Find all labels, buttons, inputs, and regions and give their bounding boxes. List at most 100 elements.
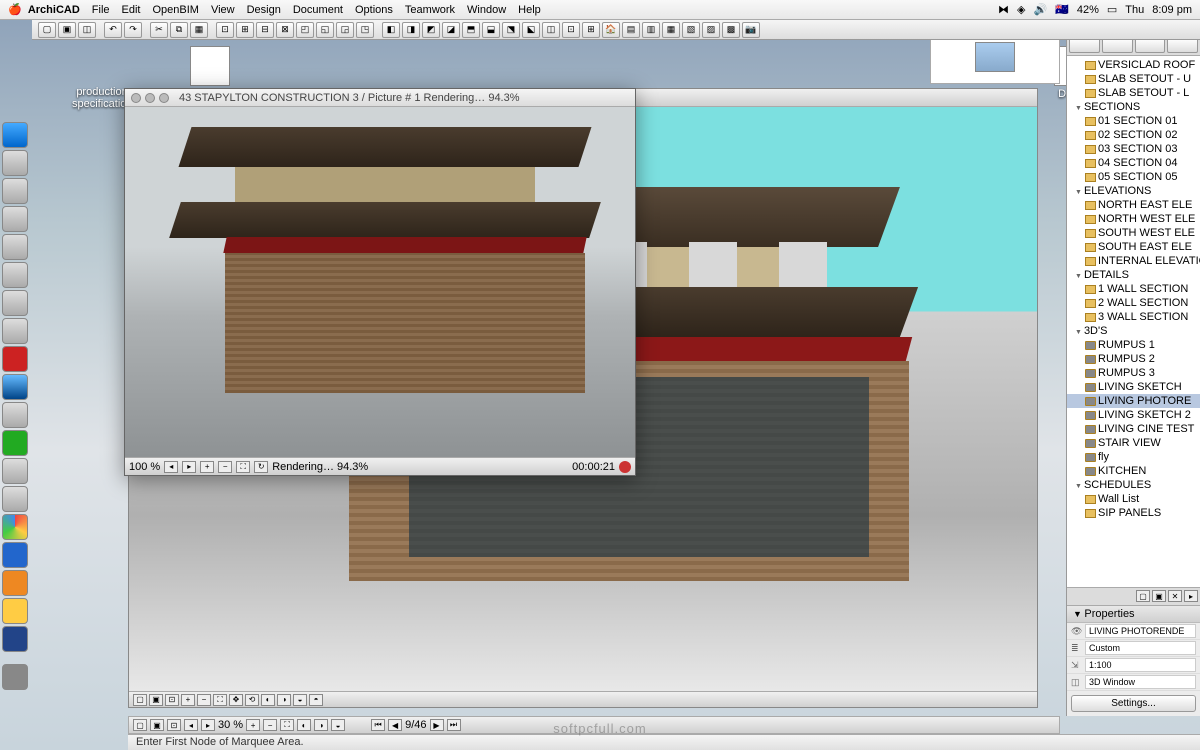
tool-o[interactable]: ⬔ bbox=[502, 22, 520, 38]
tool-m[interactable]: ⬒ bbox=[462, 22, 480, 38]
view-btn-9[interactable]: ◐ bbox=[261, 694, 275, 706]
tool-a[interactable]: ⊡ bbox=[216, 22, 234, 38]
plan-back-icon[interactable]: ◀ bbox=[388, 719, 402, 731]
tree-item[interactable]: 03 SECTION 03 bbox=[1067, 142, 1200, 156]
tool-c[interactable]: ⊟ bbox=[256, 22, 274, 38]
tool-h[interactable]: ◳ bbox=[356, 22, 374, 38]
tree-item[interactable]: 02 SECTION 02 bbox=[1067, 128, 1200, 142]
menu-design[interactable]: Design bbox=[247, 4, 281, 16]
tree-item[interactable]: RUMPUS 1 bbox=[1067, 338, 1200, 352]
nav-tool-3[interactable]: ✕ bbox=[1168, 590, 1182, 602]
dock-trash[interactable] bbox=[2, 664, 28, 690]
view-btn-10[interactable]: ◑ bbox=[277, 694, 291, 706]
close-icon[interactable] bbox=[131, 93, 141, 103]
dock-itunes[interactable] bbox=[2, 374, 28, 400]
tree-item[interactable]: 01 SECTION 01 bbox=[1067, 114, 1200, 128]
tree-item[interactable]: 3D'S bbox=[1067, 324, 1200, 338]
render-zoomin-icon[interactable]: + bbox=[200, 461, 214, 473]
tree-item[interactable]: RUMPUS 3 bbox=[1067, 366, 1200, 380]
dock-chrome[interactable] bbox=[2, 514, 28, 540]
tree-item[interactable]: SOUTH WEST ELE bbox=[1067, 226, 1200, 240]
apple-icon[interactable]: 🍎 bbox=[8, 3, 22, 16]
wifi-icon[interactable]: ◈ bbox=[1017, 3, 1025, 16]
tree-item[interactable]: SCHEDULES bbox=[1067, 478, 1200, 492]
tool-x[interactable]: ▧ bbox=[682, 22, 700, 38]
dock-app9[interactable] bbox=[2, 458, 28, 484]
tree-item[interactable]: DETAILS bbox=[1067, 268, 1200, 282]
tree-item[interactable]: LIVING SKETCH 2 bbox=[1067, 408, 1200, 422]
tree-item[interactable]: 3 WALL SECTION bbox=[1067, 310, 1200, 324]
dock-app3[interactable] bbox=[2, 206, 28, 232]
menu-window[interactable]: Window bbox=[467, 4, 506, 16]
dock-excel[interactable] bbox=[2, 430, 28, 456]
render-viewport[interactable] bbox=[125, 107, 635, 457]
tool-q[interactable]: ◫ bbox=[542, 22, 560, 38]
dock-app10[interactable] bbox=[2, 486, 28, 512]
view-btn-2[interactable]: ▣ bbox=[149, 694, 163, 706]
tool-save[interactable]: ◫ bbox=[78, 22, 96, 38]
dock-app5[interactable] bbox=[2, 262, 28, 288]
zoom-icon[interactable] bbox=[159, 93, 169, 103]
layers-icon[interactable]: ≣ bbox=[1071, 643, 1085, 654]
tool-open[interactable]: ▣ bbox=[58, 22, 76, 38]
tool-paste[interactable]: ▦ bbox=[190, 22, 208, 38]
plan-btn-b[interactable]: ◑ bbox=[314, 719, 328, 731]
plan-btn-c[interactable]: ◒ bbox=[331, 719, 345, 731]
tree-item[interactable]: LIVING SKETCH bbox=[1067, 380, 1200, 394]
eye-icon[interactable]: 👁 bbox=[1071, 626, 1085, 637]
tool-y[interactable]: ▨ bbox=[702, 22, 720, 38]
tool-l[interactable]: ◪ bbox=[442, 22, 460, 38]
orbit-icon[interactable]: ⟲ bbox=[245, 694, 259, 706]
fit-icon[interactable]: ⛶ bbox=[213, 694, 227, 706]
menu-document[interactable]: Document bbox=[293, 4, 343, 16]
dock-app2[interactable] bbox=[2, 178, 28, 204]
prop-custom[interactable]: Custom bbox=[1085, 641, 1196, 655]
tree-item[interactable]: RUMPUS 2 bbox=[1067, 352, 1200, 366]
plan-btn-a[interactable]: ◐ bbox=[297, 719, 311, 731]
tool-r[interactable]: ⊡ bbox=[562, 22, 580, 38]
tree-item[interactable]: SECTIONS bbox=[1067, 100, 1200, 114]
tree-item[interactable]: 04 SECTION 04 bbox=[1067, 156, 1200, 170]
render-titlebar[interactable]: 43 STAPYLTON CONSTRUCTION 3 / Picture # … bbox=[125, 89, 635, 107]
scale-icon[interactable]: ⇲ bbox=[1071, 660, 1085, 671]
tree-item[interactable]: 1 WALL SECTION bbox=[1067, 282, 1200, 296]
tree-item[interactable]: NORTH WEST ELE bbox=[1067, 212, 1200, 226]
tool-s[interactable]: ⊞ bbox=[582, 22, 600, 38]
tree-item[interactable]: STAIR VIEW bbox=[1067, 436, 1200, 450]
zoom-in-icon[interactable]: + bbox=[181, 694, 195, 706]
menu-help[interactable]: Help bbox=[518, 4, 541, 16]
app-name[interactable]: ArchiCAD bbox=[28, 4, 80, 16]
menu-edit[interactable]: Edit bbox=[122, 4, 141, 16]
tree-item[interactable]: NORTH EAST ELE bbox=[1067, 198, 1200, 212]
nav-tab-layout[interactable] bbox=[1135, 38, 1166, 53]
tool-p[interactable]: ⬕ bbox=[522, 22, 540, 38]
render-refresh-icon[interactable]: ↻ bbox=[254, 461, 268, 473]
tool-i[interactable]: ◧ bbox=[382, 22, 400, 38]
tree-item[interactable]: SLAB SETOUT - L bbox=[1067, 86, 1200, 100]
tool-g[interactable]: ◲ bbox=[336, 22, 354, 38]
tree-item[interactable]: SIP PANELS bbox=[1067, 506, 1200, 520]
view-btn-12[interactable]: ◓ bbox=[309, 694, 323, 706]
tree-item[interactable]: Wall List bbox=[1067, 492, 1200, 506]
render-fit-icon[interactable]: ⛶ bbox=[236, 461, 250, 473]
bluetooth-icon[interactable]: ⧓ bbox=[998, 3, 1009, 16]
dock-acrobat[interactable] bbox=[2, 346, 28, 372]
tool-e[interactable]: ◰ bbox=[296, 22, 314, 38]
render-prev-icon[interactable]: ◂ bbox=[164, 461, 178, 473]
plan-last-icon[interactable]: ⏭ bbox=[447, 719, 461, 731]
tool-redo[interactable]: ↷ bbox=[124, 22, 142, 38]
plan-prev-icon[interactable]: ◂ bbox=[184, 719, 198, 731]
render-next-icon[interactable]: ▸ bbox=[182, 461, 196, 473]
plan-zoomin-icon[interactable]: + bbox=[246, 719, 260, 731]
tool-n[interactable]: ⬓ bbox=[482, 22, 500, 38]
menu-options[interactable]: Options bbox=[355, 4, 393, 16]
tree-item[interactable]: 05 SECTION 05 bbox=[1067, 170, 1200, 184]
view-btn-11[interactable]: ◒ bbox=[293, 694, 307, 706]
tool-z[interactable]: ▩ bbox=[722, 22, 740, 38]
tool-j[interactable]: ◨ bbox=[402, 22, 420, 38]
tool-new[interactable]: ▢ bbox=[38, 22, 56, 38]
tree-item[interactable]: KITCHEN bbox=[1067, 464, 1200, 478]
tool-d[interactable]: ⊠ bbox=[276, 22, 294, 38]
dock-app8[interactable] bbox=[2, 402, 28, 428]
tool-t[interactable]: 🏠 bbox=[602, 22, 620, 38]
